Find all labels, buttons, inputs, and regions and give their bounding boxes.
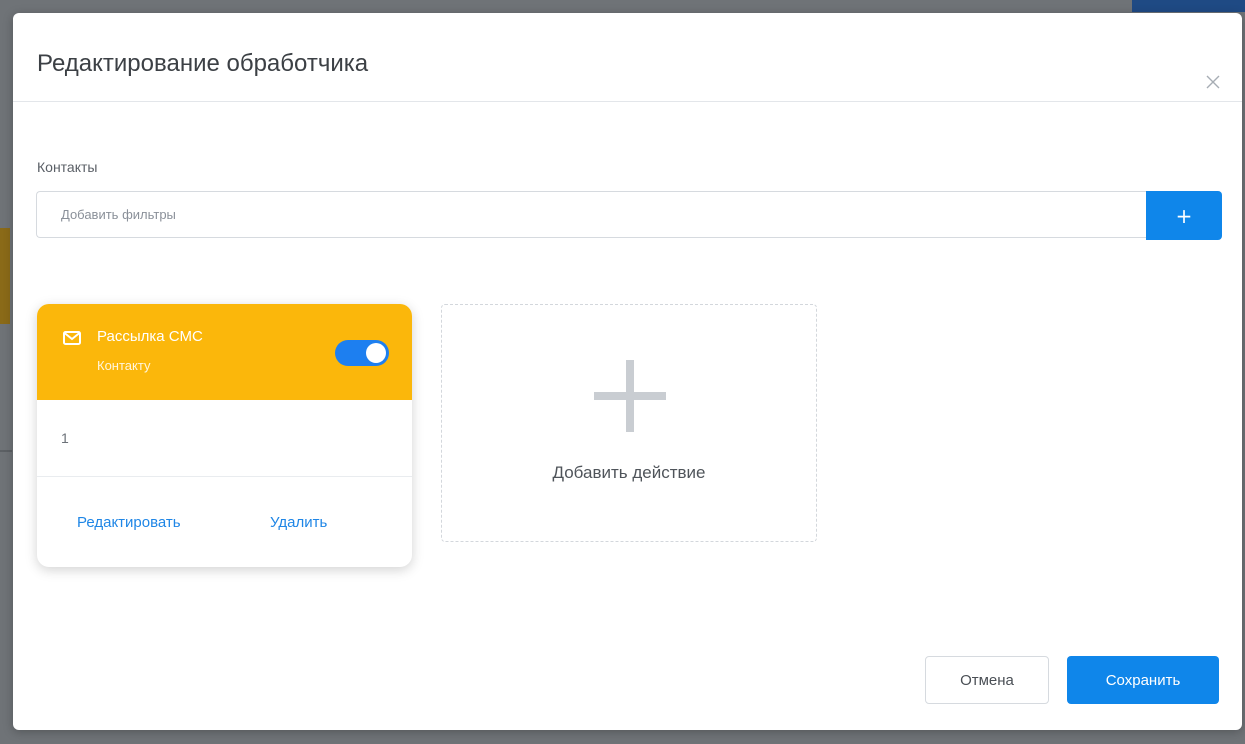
background-header-fragment [1132, 0, 1245, 12]
background-divider-fragment [0, 450, 12, 452]
edit-action-link[interactable]: Редактировать [77, 514, 181, 531]
modal-title: Редактирование обработчика [37, 50, 369, 77]
add-action-card[interactable]: Добавить действие [441, 304, 817, 542]
mail-icon [63, 331, 81, 345]
delete-action-link[interactable]: Удалить [270, 514, 327, 531]
action-card-body-text: 1 [61, 430, 69, 446]
cancel-button[interactable]: Отмена [925, 656, 1049, 704]
action-card-header: Рассылка СМС Контакту [37, 304, 412, 400]
save-button[interactable]: Сохранить [1067, 656, 1219, 704]
add-action-label: Добавить действие [552, 463, 706, 482]
modal-header: Редактирование обработчика [13, 13, 1242, 102]
filter-input[interactable] [36, 191, 1146, 238]
action-card-footer: Редактировать Удалить [37, 477, 412, 567]
toggle-knob [366, 343, 386, 363]
close-icon[interactable] [1204, 73, 1222, 91]
action-card-subtitle: Контакту [97, 358, 151, 373]
background-side-fragment [0, 228, 10, 324]
action-card: Рассылка СМС Контакту 1 Редактировать Уд… [37, 304, 412, 567]
add-filter-button[interactable]: + [1146, 191, 1222, 240]
contacts-filter-row: + [36, 191, 1223, 240]
action-card-title: Рассылка СМС [97, 328, 203, 345]
action-card-body: 1 [37, 400, 412, 477]
plus-icon [594, 360, 666, 432]
edit-handler-modal: Редактирование обработчика Контакты + Ра… [13, 13, 1242, 730]
contacts-label: Контакты [37, 159, 98, 175]
action-enabled-toggle[interactable] [335, 340, 389, 366]
